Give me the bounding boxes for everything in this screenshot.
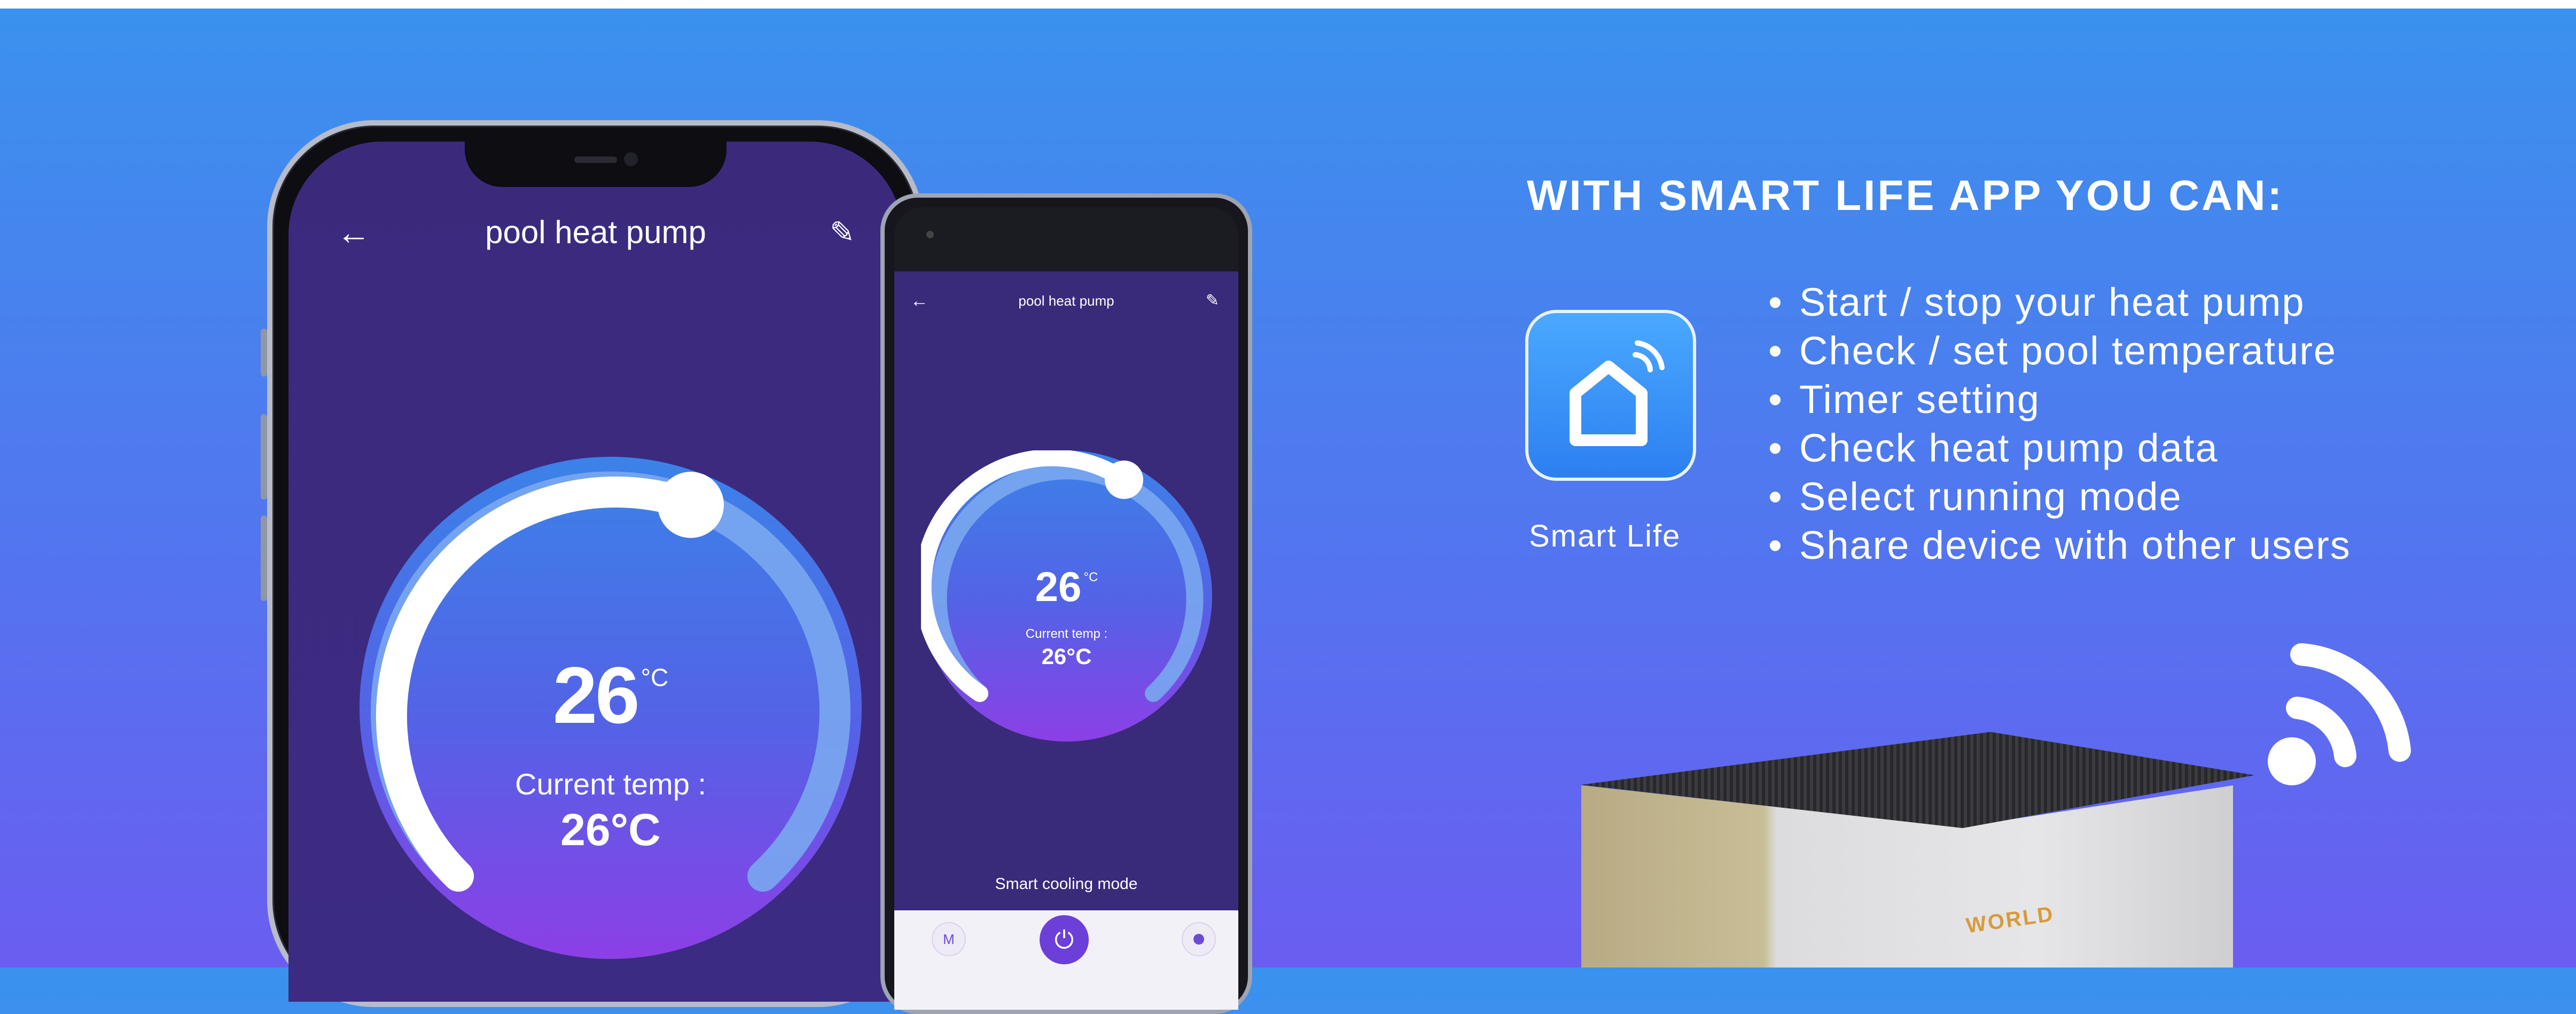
- edit-icon[interactable]: ✎: [1206, 282, 1219, 319]
- set-temperature-value: 26: [1035, 563, 1082, 610]
- notch: [465, 142, 727, 187]
- app-title: pool heat pump: [485, 214, 706, 250]
- temperature-dial[interactable]: 26 °C Current temp : 26°C: [360, 457, 862, 959]
- set-temperature-value: 26: [552, 650, 640, 740]
- current-temp-value: 26°C: [1041, 644, 1092, 669]
- status-bar: [894, 207, 1238, 271]
- camera: [926, 231, 934, 238]
- dial-knob: [1105, 461, 1143, 499]
- top-border: [0, 0, 2576, 9]
- wifi-signal-icon: [2268, 643, 2411, 785]
- phone-small-screen: ← pool heat pump ✎ 26 °C Current temp : 2…: [894, 207, 1238, 1010]
- camera: [624, 152, 638, 166]
- current-temp-value: 26°C: [560, 805, 661, 855]
- feature-headline: WITH SMART LIFE APP YOU CAN:: [1527, 171, 2284, 219]
- phone-small: ← pool heat pump ✎ 26 °C Current temp : 2…: [880, 193, 1252, 1014]
- mode-button[interactable]: M: [932, 922, 966, 956]
- edit-icon[interactable]: ✎: [830, 206, 855, 259]
- set-temperature: 26 °C: [360, 649, 862, 742]
- feature-list: Start / stop your heat pump Check / set …: [1768, 278, 2351, 570]
- timer-button[interactable]: [1182, 922, 1216, 956]
- current-temp-label: Current temp :: [515, 767, 706, 801]
- dial-knob: [658, 472, 724, 538]
- volume-up-button: [261, 414, 267, 500]
- app-title: pool heat pump: [1018, 293, 1114, 309]
- set-temperature: 26 °C: [921, 563, 1212, 611]
- feature-item: Timer setting: [1768, 375, 2351, 424]
- temperature-unit: °C: [1083, 570, 1098, 584]
- side-button: [261, 329, 267, 377]
- phone-large-screen: ← pool heat pump ✎ 26 °C Current temp : 2…: [288, 142, 903, 1002]
- feature-item: Check / set pool temperature: [1768, 326, 2351, 375]
- feature-item: Start / stop your heat pump: [1768, 278, 2351, 326]
- smart-life-app-icon[interactable]: [1525, 310, 1696, 481]
- current-temp-label: Current temp :: [1025, 627, 1108, 641]
- volume-down-button: [261, 516, 267, 601]
- speaker: [574, 157, 617, 163]
- temperature-dial[interactable]: 26 °C Current temp : 26°C: [921, 450, 1212, 742]
- feature-item: Check heat pump data: [1768, 424, 2351, 472]
- app-name-label: Smart Life: [1529, 519, 1681, 553]
- phone-large: ← pool heat pump ✎ 26 °C Current temp : 2…: [261, 120, 924, 1007]
- feature-item: Select running mode: [1768, 472, 2351, 521]
- timer-icon: [1193, 934, 1204, 945]
- home-wifi-icon: [1570, 340, 1665, 446]
- temperature-unit: °C: [641, 664, 669, 691]
- power-button[interactable]: ⏻: [1040, 915, 1089, 964]
- app-bar: ← pool heat pump ✎: [894, 282, 1238, 319]
- feature-item: Share device with other users: [1768, 521, 2351, 570]
- mode-label: Smart cooling mode: [995, 875, 1138, 893]
- app-bar: ← pool heat pump ✎: [288, 206, 903, 259]
- heat-pump-unit: WORLD: [1560, 732, 2254, 968]
